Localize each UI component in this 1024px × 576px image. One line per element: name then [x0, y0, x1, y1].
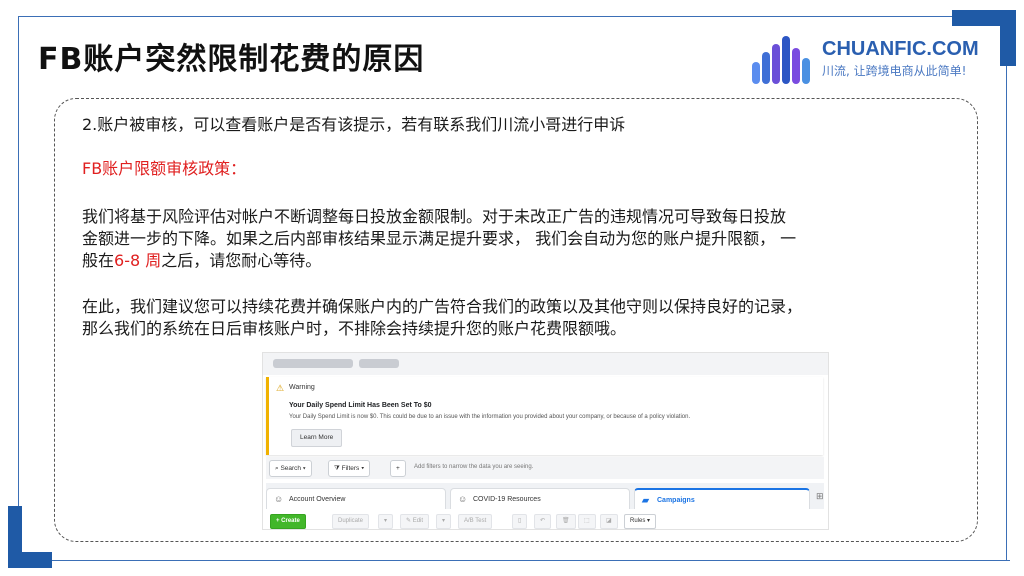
ads-tabs: ☺ Account Overview ☺ COVID-19 Resources ▰ C…: [266, 483, 824, 509]
undo-icon[interactable]: ↶: [534, 514, 552, 529]
policy-para1-line2: 金额进一步的下降。如果之后内部审核结果显示满足提升要求， 我们会自动为您的账户提…: [82, 229, 797, 248]
create-button[interactable]: + Create: [270, 514, 306, 529]
filters-label: Filters ▾: [341, 465, 365, 472]
tab-label: Account Overview: [289, 496, 346, 503]
corner-accent-mask: [22, 506, 52, 552]
logo-slogan: 川流, 让跨境电商从此简单!: [822, 64, 967, 78]
slide-frame-left: [18, 16, 19, 506]
policy-para2-line1: 在此，我们建议您可以持续花费并确保账户内的广告符合我们的政策以及其他守则以保持良…: [82, 297, 803, 316]
duplicate-button[interactable]: Duplicate: [332, 514, 370, 529]
grid-icon[interactable]: ⊞: [816, 491, 824, 502]
ab-test-button[interactable]: A/B Test: [458, 514, 493, 529]
logo-bar: [782, 36, 790, 84]
logo-bar: [802, 58, 810, 84]
ads-manager-screenshot: ⚠ Warning Your Daily Spend Limit Has Bee…: [262, 352, 829, 530]
warning-banner: ⚠ Warning Your Daily Spend Limit Has Bee…: [266, 377, 823, 455]
search-dropdown[interactable]: ⌕ Search ▾: [269, 460, 312, 477]
add-filter-button[interactable]: +: [390, 460, 406, 477]
smiley-icon: ☺: [458, 494, 468, 504]
para-text: 般在: [82, 251, 115, 270]
page-title: FB账户突然限制花费的原因: [38, 42, 425, 77]
blurred-header: [263, 353, 828, 375]
slide-frame-bottom: [50, 560, 1010, 561]
tab-campaigns[interactable]: ▰ Campaigns: [634, 488, 810, 509]
delete-icon[interactable]: ▯: [512, 514, 528, 529]
edit-button[interactable]: ✎ Edit: [400, 514, 430, 529]
logo-bar: [772, 44, 780, 84]
search-label: Search ▾: [280, 465, 306, 472]
filter-hint: Add filters to narrow the data you are s…: [414, 464, 534, 470]
tab-account-overview[interactable]: ☺ Account Overview: [266, 488, 446, 509]
folder-icon: ▰: [642, 495, 649, 505]
warning-text: Your Daily Spend Limit is now $0. This c…: [289, 414, 691, 420]
logo-name: CHUANFIC.COM: [822, 38, 979, 60]
policy-para1-line3: 般在6-8 周之后，请您耐心等待。: [82, 250, 321, 272]
para-text: 之后，请您耐心等待。: [161, 251, 322, 270]
policy-heading: FB账户限额审核政策：: [82, 159, 247, 178]
tab-covid-resources[interactable]: ☺ COVID-19 Resources: [450, 488, 630, 509]
preview-icon[interactable]: ◪: [600, 514, 618, 529]
tag-icon[interactable]: ⬚: [578, 514, 596, 529]
warning-icon: ⚠: [276, 383, 285, 393]
learn-more-button[interactable]: Learn More: [291, 429, 343, 447]
filter-bar: ⌕ Search ▾ ⧩ Filters ▾ + Add filters to …: [266, 457, 824, 479]
duplicate-dropdown-icon[interactable]: ▾: [378, 514, 394, 529]
slide-frame-right: [1006, 16, 1007, 561]
edit-dropdown-icon[interactable]: ▾: [436, 514, 452, 529]
rules-dropdown[interactable]: Rules ▾: [624, 514, 657, 529]
policy-para2-line2: 那么我们的系统在日后审核账户时，不排除会持续提升您的账户花费限额哦。: [82, 319, 627, 338]
filter-icon: ⧩: [334, 465, 342, 472]
point-text: 2.账户被审核，可以查看账户是否有该提示，若有联系我们川流小哥进行申诉: [82, 115, 626, 134]
blurred-text: [359, 359, 399, 368]
warning-title: Your Daily Spend Limit Has Been Set To $…: [289, 402, 432, 409]
tab-label: Campaigns: [657, 497, 695, 504]
slide-frame-top: [18, 16, 1006, 17]
logo-bar: [792, 48, 800, 84]
blurred-text: [273, 359, 353, 368]
warning-label: Warning: [289, 384, 315, 391]
campaign-action-bar: + Create Duplicate ▾ ✎ Edit ▾ A/B Test ▯…: [266, 511, 824, 529]
chuanfic-logo-icon: [752, 34, 814, 84]
smiley-icon: ☺: [274, 494, 284, 504]
logo-bar: [752, 62, 760, 84]
highlight-weeks: 6-8 周: [114, 251, 162, 270]
filters-dropdown[interactable]: ⧩ Filters ▾: [328, 460, 371, 477]
trash-icon[interactable]: 🗑: [556, 514, 576, 529]
policy-para1-line1: 我们将基于风险评估对帐户不断调整每日投放金额限制。对于未改正广告的违规情况可导致…: [82, 207, 787, 226]
tab-label: COVID-19 Resources: [473, 496, 541, 503]
logo-bar: [762, 52, 770, 84]
